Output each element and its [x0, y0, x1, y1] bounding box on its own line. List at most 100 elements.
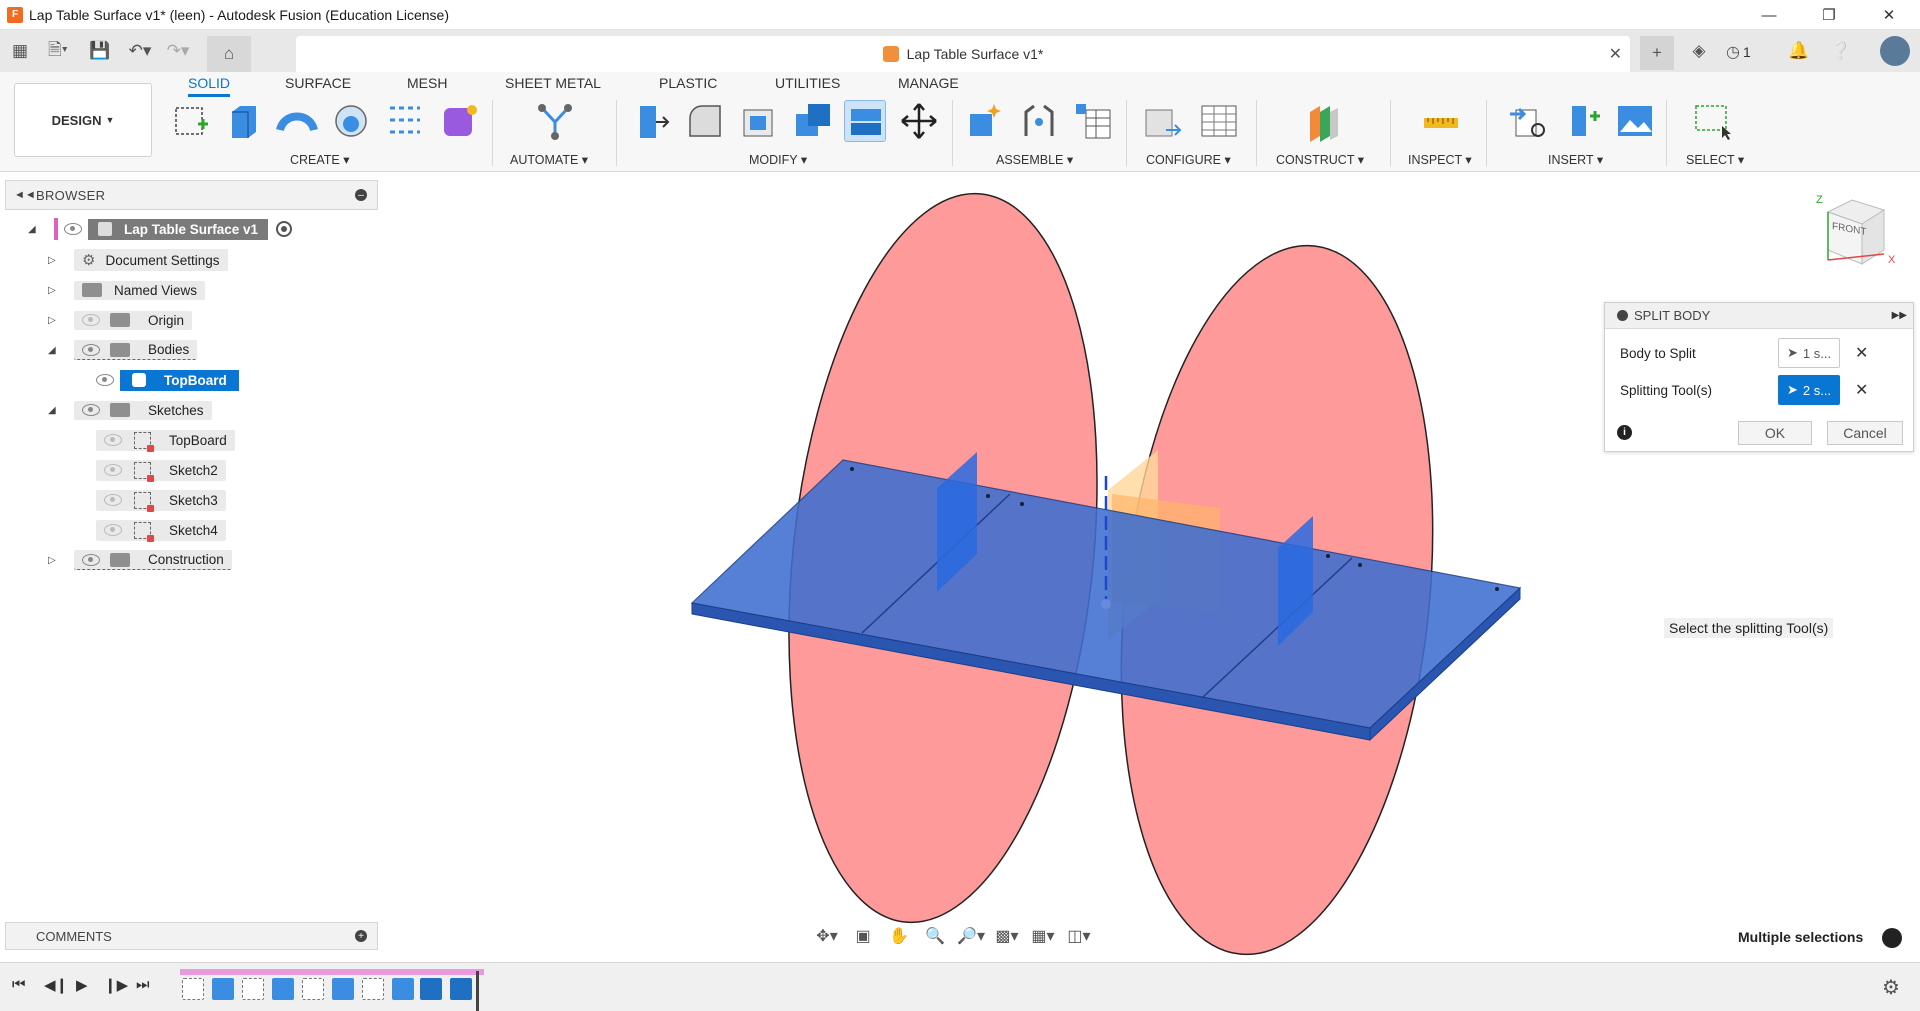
plus-circle-icon[interactable]: +: [355, 930, 367, 942]
collapse-icon[interactable]: ◢: [28, 224, 40, 235]
tab-plastic[interactable]: PLASTIC: [659, 75, 717, 97]
collapse-icon[interactable]: ◢: [48, 345, 60, 356]
timeline-track[interactable]: [180, 969, 484, 975]
avatar[interactable]: [1880, 36, 1910, 66]
window-select-icon[interactable]: [1692, 100, 1734, 142]
group-insert[interactable]: INSERT ▾: [1548, 152, 1603, 167]
move-copy-icon[interactable]: [898, 100, 940, 142]
origin-point[interactable]: [1101, 599, 1111, 609]
visibility-icon[interactable]: [96, 374, 114, 386]
tab-sheet-metal[interactable]: SHEET METAL: [505, 75, 601, 97]
group-modify[interactable]: MODIFY ▾: [749, 152, 807, 167]
save-icon[interactable]: 💾: [85, 36, 115, 66]
tree-item-bodies[interactable]: ◢ Bodies: [48, 338, 198, 362]
tab-utilities[interactable]: UTILITIES: [775, 75, 840, 97]
tree-item-sketch3[interactable]: Sketch3: [96, 488, 226, 512]
tree-item-sketches[interactable]: ◢ Sketches: [48, 398, 212, 422]
timeline-sketch-icon[interactable]: [182, 978, 204, 1000]
clear-selection-icon[interactable]: ✕: [1855, 380, 1868, 400]
timeline-marker[interactable]: [476, 971, 479, 1011]
workspace-switcher[interactable]: DESIGN ▼: [14, 83, 152, 157]
visibility-icon[interactable]: [82, 553, 100, 566]
file-menu-icon[interactable]: 🗎▾: [43, 36, 73, 66]
tree-item-sketch2[interactable]: Sketch2: [96, 458, 226, 482]
shell-icon[interactable]: [738, 100, 780, 142]
tree-root[interactable]: ◢ Lap Table Surface v1: [28, 217, 293, 241]
offset-plane-icon[interactable]: [1302, 100, 1344, 142]
bill-of-materials-icon[interactable]: [1072, 100, 1114, 142]
close-icon[interactable]: ✕: [1860, 0, 1918, 30]
expand-icon[interactable]: ▷: [48, 555, 60, 566]
close-tab-icon[interactable]: ✕: [1609, 44, 1622, 64]
restore-icon[interactable]: ❐: [1800, 0, 1858, 30]
expand-icon[interactable]: ▷: [48, 315, 60, 326]
sweep-icon[interactable]: [276, 100, 318, 142]
body-to-split-select[interactable]: ➤ 1 s...: [1778, 338, 1840, 368]
zoom-window-icon[interactable]: 🔎▾: [956, 924, 986, 948]
home-icon[interactable]: ⌂: [207, 36, 251, 72]
3d-viewport[interactable]: FRONT Z X: [0, 172, 1920, 962]
new-component-icon[interactable]: [964, 100, 1006, 142]
multiple-selections-icon[interactable]: [1882, 928, 1902, 948]
clear-selection-icon[interactable]: ✕: [1855, 343, 1868, 363]
visibility-icon[interactable]: [82, 343, 100, 356]
group-inspect[interactable]: INSPECT ▾: [1408, 152, 1472, 167]
info-icon[interactable]: i: [1617, 425, 1632, 440]
configure-icon[interactable]: [1142, 100, 1184, 142]
orbit-icon[interactable]: ✥▾: [812, 924, 842, 948]
ok-button[interactable]: OK: [1738, 421, 1812, 445]
grid-apps-icon[interactable]: ▦: [5, 36, 35, 66]
revolve-icon[interactable]: [330, 100, 372, 142]
minus-circle-icon[interactable]: [1617, 310, 1628, 321]
insert-mcmaster-icon[interactable]: [1562, 100, 1604, 142]
collapse-panel-icon[interactable]: ◄◄: [14, 189, 36, 201]
bell-icon[interactable]: 🔔: [1784, 36, 1814, 66]
browser-panel-header[interactable]: ◄◄ BROWSER –: [5, 180, 378, 210]
timeline-sketch-icon[interactable]: [302, 978, 324, 1000]
viewports-icon[interactable]: ◫▾: [1064, 924, 1094, 948]
configuration-table-icon[interactable]: [1198, 100, 1240, 142]
tree-item-sketch-topboard[interactable]: TopBoard: [96, 428, 235, 452]
job-status[interactable]: ◷ 1: [1726, 42, 1751, 62]
hidden-eye-icon[interactable]: [104, 524, 122, 536]
insert-canvas-icon[interactable]: [1614, 100, 1656, 142]
zoom-icon[interactable]: 🔍: [920, 924, 950, 948]
create-form-icon[interactable]: [438, 100, 480, 142]
group-assemble[interactable]: ASSEMBLE ▾: [996, 152, 1073, 167]
visibility-icon[interactable]: [82, 404, 100, 416]
tree-item-document-settings[interactable]: ▷ ⚙ Document Settings: [48, 248, 228, 272]
new-tab-icon[interactable]: +: [1640, 36, 1674, 70]
comments-panel-header[interactable]: COMMENTS +: [5, 922, 378, 950]
split-body-icon[interactable]: [844, 100, 886, 142]
fillet-icon[interactable]: [684, 100, 726, 142]
multiple-selections-status[interactable]: Multiple selections: [1738, 929, 1863, 945]
group-automate[interactable]: AUTOMATE ▾: [510, 152, 588, 167]
timeline-plane-icon[interactable]: [450, 978, 472, 1000]
grid-settings-icon[interactable]: ▦▾: [1028, 924, 1058, 948]
expand-dialog-icon[interactable]: ▶▶: [1892, 310, 1907, 321]
expand-icon[interactable]: ▷: [48, 255, 60, 266]
collapse-icon[interactable]: ◢: [48, 405, 60, 416]
splitting-tools-select[interactable]: ➤ 2 s...: [1778, 375, 1840, 405]
document-tab[interactable]: Lap Table Surface v1* ✕: [296, 36, 1630, 72]
hidden-eye-icon[interactable]: [82, 314, 100, 326]
group-construct[interactable]: CONSTRUCT ▾: [1276, 152, 1364, 167]
joint-icon[interactable]: [1018, 100, 1060, 142]
pattern-icon[interactable]: [384, 100, 426, 142]
step-back-icon[interactable]: ◀❙: [44, 976, 68, 994]
group-select[interactable]: SELECT ▾: [1686, 152, 1744, 167]
group-create[interactable]: CREATE ▾: [290, 152, 350, 167]
extrude-icon[interactable]: [222, 100, 264, 142]
help-icon[interactable]: ❔: [1826, 36, 1856, 66]
group-configure[interactable]: CONFIGURE ▾: [1146, 152, 1231, 167]
tab-manage[interactable]: MANAGE: [898, 75, 959, 97]
dialog-header[interactable]: SPLIT BODY ▶▶: [1605, 303, 1913, 329]
visibility-icon[interactable]: [64, 223, 82, 235]
timeline-plane-icon[interactable]: [420, 978, 442, 1000]
activate-radio-icon[interactable]: [276, 221, 293, 237]
timeline-extrude-icon[interactable]: [212, 978, 234, 1000]
press-pull-icon[interactable]: [630, 100, 672, 142]
step-forward-icon[interactable]: ❙▶: [104, 976, 128, 994]
hidden-eye-icon[interactable]: [104, 464, 122, 476]
display-settings-icon[interactable]: ▩▾: [992, 924, 1022, 948]
